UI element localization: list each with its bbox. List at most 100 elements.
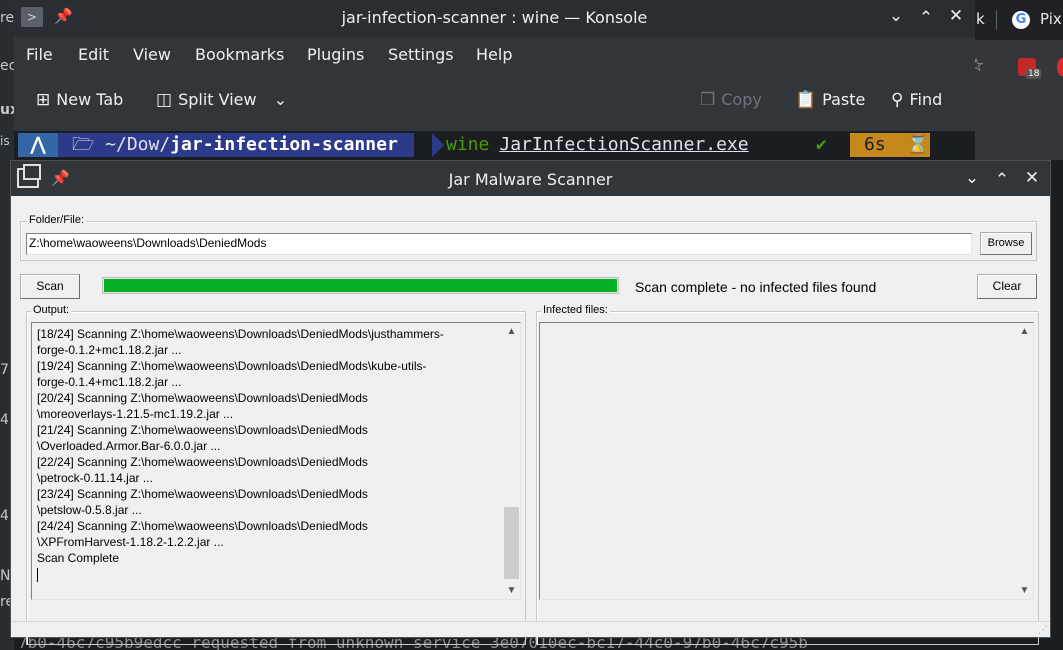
output-line: forge-0.1.2+mc1.18.2.jar ... [37,343,182,357]
folder-icon: 🗁 [72,134,95,155]
prompt-path-current: jar-infection-scanner [170,134,398,155]
output-line: [24/24] Scanning Z:\home\waoweens\Downlo… [37,519,368,533]
tab-separator [996,10,997,30]
split-view-button[interactable]: ◫ Split View ⌄ [156,90,287,110]
output-line: \Overloaded.Armor.Bar-6.0.0.jar ... [37,439,221,453]
google-icon[interactable]: G [1012,11,1030,29]
minimize-chevron-icon[interactable]: ⌄ [885,6,907,26]
output-line: [20/24] Scanning Z:\home\waoweens\Downlo… [37,391,368,405]
output-scrollbar[interactable]: ▲ ▼ [503,323,520,599]
menu-view[interactable]: View [133,45,171,64]
search-icon: ⚲ [891,90,904,110]
bg-text-fragment: is [0,134,10,148]
scroll-down-arrow-icon[interactable]: ▼ [1016,582,1033,599]
prompt-path-prefix: ~/Dow/ [105,134,171,155]
scanner-titlebar[interactable]: 📌 Jar Malware Scanner ⌄ ⌃ ✕ [11,161,1050,196]
command-name: wine [446,134,490,155]
prompt-path: 🗁 ~/Dow/jar-infection-scanner [58,133,414,157]
new-tab-button[interactable]: ⊞ New Tab [36,90,123,110]
output-line: [21/24] Scanning Z:\home\waoweens\Downlo… [37,423,368,437]
scanner-window-title: Jar Malware Scanner [448,170,613,189]
scroll-up-arrow-icon[interactable]: ▲ [503,323,520,340]
output-line: [23/24] Scanning Z:\home\waoweens\Downlo… [37,487,368,501]
bg-text-fragment: re [0,10,15,26]
browse-button[interactable]: Browse [980,232,1032,255]
scanner-client-area: Folder/File: Z:\home\waoweens\Downloads\… [11,196,1050,645]
scan-button[interactable]: Scan [20,274,80,299]
progress-fill [104,279,617,292]
konsole-toolbar: ⊞ New Tab ◫ Split View ⌄ ❐ Copy 📋 Paste ⚲ Fin… [14,80,975,124]
command-duration: 6s ⌛ [850,133,930,157]
split-view-label: Split View [178,90,257,109]
paste-icon: 📋 [795,90,817,110]
scroll-up-arrow-icon[interactable]: ▲ [1016,323,1033,340]
close-icon[interactable]: ✕ [945,6,967,26]
output-lines: [18/24] Scanning Z:\home\waoweens\Downlo… [37,326,502,582]
duration-value: 6s [864,134,886,155]
menu-bookmarks[interactable]: Bookmarks [195,45,284,64]
bg-text-fragment: 4 [0,412,9,428]
copy-label: Copy [721,90,762,109]
menu-help[interactable]: Help [476,45,512,64]
konsole-window: > 📌 jar-infection-scanner : wine — Konso… [14,0,975,160]
scanner-window: 📌 Jar Malware Scanner ⌄ ⌃ ✕ Folder/File:… [10,160,1051,645]
scrollbar-thumb[interactable] [504,507,519,579]
bg-text-fragment: N [0,568,11,584]
scroll-down-arrow-icon[interactable]: ▼ [503,582,520,599]
minimize-chevron-icon[interactable]: ⌄ [961,168,983,188]
prompt-command: wine JarInfectionScanner.exe [446,133,749,157]
menu-edit[interactable]: Edit [78,45,109,64]
clear-button[interactable]: Clear [977,274,1037,299]
output-line: [22/24] Scanning Z:\home\waoweens\Downlo… [37,455,368,469]
split-view-icon: ◫ [156,90,173,110]
command-argument: JarInfectionScanner.exe [499,134,749,155]
infected-label: Infected files: [541,304,610,316]
find-button[interactable]: ⚲ Find [891,90,942,110]
prompt-separator-arrow [432,133,444,157]
resize-grip-icon[interactable]: ⋰ [1038,625,1048,636]
menu-settings[interactable]: Settings [388,45,454,64]
distro-logo-icon: ⋀ [18,133,58,157]
bg-text-fragment: 4 [0,508,9,524]
copy-button[interactable]: ❐ Copy [700,90,762,110]
output-line: \petrock-0.11.14.jar ... [37,471,153,485]
menubar: File Edit View Bookmarks Plugins Setting… [14,37,975,73]
output-line: \moreoverlays-1.21.5-mc1.19.2.jar ... [37,407,234,421]
copy-icon: ❐ [700,90,716,110]
find-label: Find [909,90,943,109]
paste-label: Paste [822,90,866,109]
maximize-chevron-icon[interactable]: ⌃ [915,8,937,28]
browser-tab-fragment: k [976,10,985,28]
caret [37,567,38,582]
output-line: [19/24] Scanning Z:\home\waoweens\Downlo… [37,359,427,373]
hourglass-icon: ⌛ [906,134,929,155]
close-icon[interactable]: ✕ [1021,168,1043,188]
scan-status-text: Scan complete - no infected files found [635,279,877,295]
maximize-chevron-icon[interactable]: ⌃ [991,170,1013,190]
window-statusbar: ⋰ [11,621,1050,637]
output-line: Scan Complete [37,551,120,565]
menu-file[interactable]: File [26,45,53,64]
extension-badge: 18 [1026,69,1042,79]
infected-files-list[interactable]: ▲ ▼ [539,322,1034,600]
chevron-down-icon: ⌄ [273,90,288,109]
output-log[interactable]: [18/24] Scanning Z:\home\waoweens\Downlo… [31,322,521,600]
browser-tab-title[interactable]: Pix [1040,10,1062,28]
folder-path-input[interactable]: Z:\home\waoweens\Downloads\DeniedMods [26,233,972,255]
infected-scrollbar[interactable]: ▲ ▼ [1016,323,1033,599]
paste-button[interactable]: 📋 Paste [795,90,865,110]
output-line: \petslow-0.5.8.jar ... [37,503,142,517]
extension-icon[interactable] [1057,58,1063,76]
output-line: [18/24] Scanning Z:\home\waoweens\Downlo… [37,327,444,341]
konsole-titlebar[interactable]: > 📌 jar-infection-scanner : wine — Konso… [14,0,975,37]
output-line: forge-0.1.4+mc1.18.2.jar ... [37,375,182,389]
new-tab-label: New Tab [56,90,124,109]
success-check-icon: ✔ [816,134,827,155]
scan-progress-bar [102,277,619,294]
window-title: jar-infection-scanner : wine — Konsole [341,8,648,27]
new-tab-icon: ⊞ [36,90,51,110]
output-line: \XPFromHarvest-1.18.2-1.2.2.jar ... [37,535,224,549]
terminal-prompt-line[interactable]: ⋀ 🗁 ~/Dow/jar-infection-scanner wine JarI… [14,131,975,160]
folder-label: Folder/File: [27,214,87,226]
menu-plugins[interactable]: Plugins [307,45,364,64]
